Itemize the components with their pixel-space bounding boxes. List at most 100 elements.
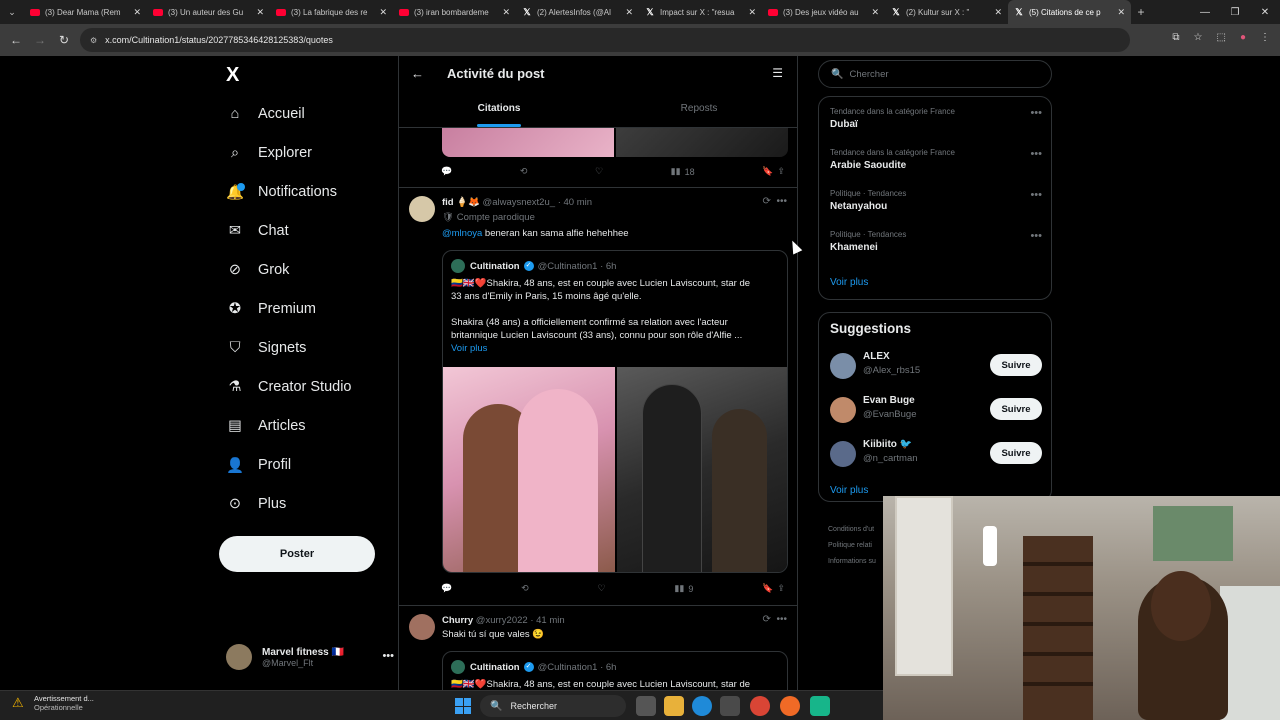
nav-item-explorer[interactable]: ⌕ Explorer — [226, 138, 312, 168]
trend-item[interactable]: Tendance dans la catégorie France Dubaï ••… — [830, 107, 1042, 130]
tab-reposts[interactable]: Reposts — [599, 95, 797, 127]
suggestion-item[interactable]: Evan Buge @EvanBuge Suivre — [830, 395, 1042, 427]
browser-tab[interactable]: 𝕏 (2) Kultur sur X : " ✕ — [885, 0, 1008, 24]
views-icon[interactable]: ▮▮ 18 — [671, 166, 695, 177]
like-icon[interactable]: ♡ — [597, 583, 605, 594]
app-icon[interactable] — [810, 696, 830, 716]
trend-item[interactable]: Tendance dans la catégorie France Arabie … — [830, 148, 1042, 171]
suggestion-item[interactable]: ALEX @Alex_rbs15 Suivre — [830, 351, 1042, 383]
reload-icon[interactable]: ↻ — [52, 33, 76, 47]
nav-item-chat[interactable]: ✉ Chat — [226, 216, 289, 246]
post-button[interactable]: Poster — [219, 536, 375, 572]
chrome-icon[interactable] — [750, 696, 770, 716]
repost-icon[interactable]: ⟲ — [521, 583, 529, 594]
prev-tweet-image-left[interactable] — [442, 128, 614, 157]
tab-search-chevron-icon[interactable]: ⌄ — [0, 7, 24, 18]
tab-close-icon[interactable]: ✕ — [994, 7, 1002, 18]
share-icon[interactable]: ⇪ — [777, 166, 785, 177]
browser-tab[interactable]: (3) La fabrique des re ✕ — [270, 0, 393, 24]
like-icon[interactable]: ♡ — [595, 166, 603, 177]
site-info-icon[interactable]: ⚙ — [90, 36, 97, 45]
quote-image-right[interactable] — [617, 367, 787, 572]
nav-item-plus[interactable]: ⊙ Plus — [226, 489, 286, 519]
footer-link[interactable]: Conditions d'ut — [828, 522, 876, 538]
maximize-icon[interactable]: ❐ — [1220, 7, 1250, 18]
browser-tab[interactable]: (3) Un auteur des Gu ✕ — [147, 0, 270, 24]
nav-item-premium[interactable]: ✪ Premium — [226, 294, 316, 324]
tweet[interactable]: fid 🍦🦊 @alwaysnext2u_ · 40 min ⟳ ••• 🛡 C… — [399, 187, 797, 605]
prev-tweet-image-right[interactable] — [616, 128, 788, 157]
account-switcher[interactable]: Marvel fitness 🇫🇷 @Marvel_Flt ••• — [226, 644, 394, 670]
edge-icon[interactable] — [692, 696, 712, 716]
profile-icon[interactable]: ● — [1240, 32, 1246, 43]
views-icon[interactable]: ▮▮ 9 — [674, 583, 693, 594]
grok-icon[interactable]: ⟳ — [763, 196, 771, 207]
trends-see-more-link[interactable]: Voir plus — [830, 277, 868, 288]
close-window-icon[interactable]: ✕ — [1250, 7, 1280, 18]
follow-button[interactable]: Suivre — [990, 354, 1042, 376]
extensions-icon[interactable]: ⬚ — [1217, 32, 1226, 43]
browser-menu-icon[interactable]: ⋮ — [1260, 32, 1270, 43]
tweet[interactable]: Churry @xurry2022 · 41 min ⟳ ••• Shaki t… — [399, 605, 797, 690]
avatar[interactable] — [409, 196, 435, 222]
follow-button[interactable]: Suivre — [990, 442, 1042, 464]
back-arrow-icon[interactable]: ← — [411, 66, 424, 81]
nav-item-articles[interactable]: ▤ Articles — [226, 411, 305, 441]
bookmark-icon[interactable]: 🔖 — [762, 166, 773, 177]
tab-close-icon[interactable]: ✕ — [502, 7, 510, 18]
minimize-icon[interactable]: — — [1190, 7, 1220, 18]
nav-item-notifications[interactable]: 🔔 Notifications — [226, 177, 337, 207]
nav-item-grok[interactable]: ⊘ Grok — [226, 255, 290, 285]
tab-close-icon[interactable]: ✕ — [871, 7, 879, 18]
new-tab-button[interactable]: + — [1131, 5, 1151, 19]
grok-icon[interactable]: ⟳ — [763, 614, 771, 625]
quoted-tweet[interactable]: Cultination ✓ @Cultination1 · 6h 🇨🇴🇬🇧❤️S… — [442, 250, 788, 573]
nav-item-profil[interactable]: 👤 Profil — [226, 450, 291, 480]
nav-item-creator-studio[interactable]: ⚗ Creator Studio — [226, 372, 352, 402]
tab-close-icon[interactable]: ✕ — [1117, 7, 1125, 18]
suggestion-item[interactable]: Kiibiito 🐦 @n_cartman Suivre — [830, 439, 1042, 471]
browser-tab[interactable]: (3) iran bombardeme ✕ — [393, 0, 516, 24]
footer-link[interactable]: Informations su — [828, 554, 876, 570]
trend-item[interactable]: Politique · Tendances Netanyahou ••• — [830, 189, 1042, 212]
tab-close-icon[interactable]: ✕ — [748, 7, 756, 18]
suggestions-see-more-link[interactable]: Voir plus — [830, 485, 868, 496]
tab-close-icon[interactable]: ✕ — [256, 7, 264, 18]
back-icon[interactable]: ← — [4, 33, 28, 47]
repost-icon[interactable]: ⟲ — [520, 166, 528, 177]
more-dots-icon[interactable]: ••• — [1030, 230, 1042, 242]
browser-tab[interactable]: (3) Dear Mama (Rem ✕ — [24, 0, 147, 24]
more-dots-icon[interactable]: ••• — [1030, 148, 1042, 160]
x-logo[interactable]: X — [226, 64, 239, 87]
quote-image-left[interactable] — [443, 367, 615, 572]
more-dots-icon[interactable]: ••• — [776, 196, 787, 207]
task-view-icon[interactable] — [636, 696, 656, 716]
more-dots-icon[interactable]: ••• — [1030, 107, 1042, 119]
system-warning[interactable]: ⚠ Avertissement d... Opérationnelle — [12, 694, 94, 712]
avatar[interactable] — [409, 614, 435, 640]
nav-item-accueil[interactable]: ⌂ Accueil — [226, 99, 305, 129]
nav-item-signets[interactable]: ⛉ Signets — [226, 333, 307, 363]
tab-close-icon[interactable]: ✕ — [625, 7, 633, 18]
trend-item[interactable]: Politique · Tendances Khamenei ••• — [830, 230, 1042, 253]
filter-icon[interactable]: ☰ — [772, 66, 783, 80]
footer-link[interactable]: Politique relati — [828, 538, 876, 554]
follow-button[interactable]: Suivre — [990, 398, 1042, 420]
reply-icon[interactable]: 💬 — [441, 583, 452, 594]
browser-tab[interactable]: (3) Des jeux vidéo au ✕ — [762, 0, 885, 24]
store-icon[interactable] — [720, 696, 740, 716]
tweet-author[interactable]: Churry @xurry2022 · 41 min — [442, 615, 565, 626]
tab-citations[interactable]: Citations — [399, 95, 599, 127]
more-dots-icon[interactable]: ••• — [382, 650, 394, 662]
star-icon[interactable]: ☆ — [1194, 32, 1203, 43]
show-more-link[interactable]: Voir plus — [451, 343, 487, 354]
forward-icon[interactable]: → — [28, 33, 52, 47]
file-explorer-icon[interactable] — [664, 696, 684, 716]
windows-start-icon[interactable] — [455, 698, 471, 714]
tab-close-icon[interactable]: ✕ — [379, 7, 387, 18]
tab-close-icon[interactable]: ✕ — [133, 7, 141, 18]
search-input[interactable]: 🔍 Chercher — [818, 60, 1052, 88]
reply-icon[interactable]: 💬 — [441, 166, 452, 177]
url-field[interactable]: ⚙ x.com/Cultination1/status/202778534642… — [80, 28, 1130, 52]
browser-tab[interactable]: 𝕏 Impact sur X : "resua ✕ — [639, 0, 762, 24]
